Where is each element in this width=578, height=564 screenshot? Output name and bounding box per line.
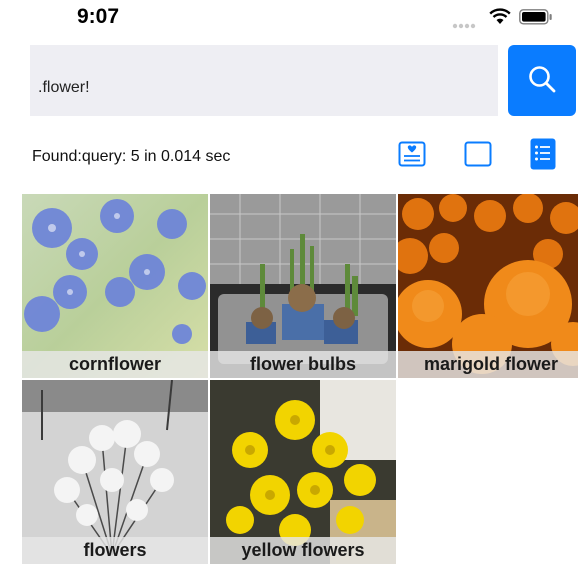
status-time: 9:07 bbox=[77, 5, 120, 28]
wifi-icon bbox=[489, 8, 511, 30]
search-button[interactable] bbox=[508, 45, 576, 116]
list-view-icon bbox=[530, 138, 556, 175]
card-view-button[interactable] bbox=[398, 141, 426, 172]
photo-caption: yellow flowers bbox=[210, 537, 396, 564]
battery-icon bbox=[519, 9, 553, 30]
photo-tile[interactable]: marigold flower bbox=[398, 194, 578, 378]
search-input[interactable] bbox=[30, 45, 498, 116]
photo-caption: flowers bbox=[22, 537, 208, 564]
single-view-button[interactable] bbox=[464, 141, 492, 172]
photo-tile[interactable]: flower bulbs bbox=[210, 194, 396, 378]
card-view-icon bbox=[398, 141, 426, 172]
status-bar: 9:07 bbox=[0, 0, 578, 36]
photo-caption: flower bulbs bbox=[210, 351, 396, 378]
list-view-button[interactable] bbox=[529, 138, 557, 170]
signal-icon bbox=[452, 16, 478, 34]
search-icon bbox=[527, 64, 557, 97]
photo-caption: cornflower bbox=[22, 351, 208, 378]
results-summary: Found:query: 5 in 0.014 sec bbox=[32, 148, 231, 165]
photo-tile[interactable]: flowers bbox=[22, 380, 208, 564]
single-view-icon bbox=[464, 141, 492, 172]
photo-tile[interactable]: cornflower bbox=[22, 194, 208, 378]
photo-tile[interactable]: yellow flowers bbox=[210, 380, 396, 564]
photo-caption: marigold flower bbox=[398, 351, 578, 378]
